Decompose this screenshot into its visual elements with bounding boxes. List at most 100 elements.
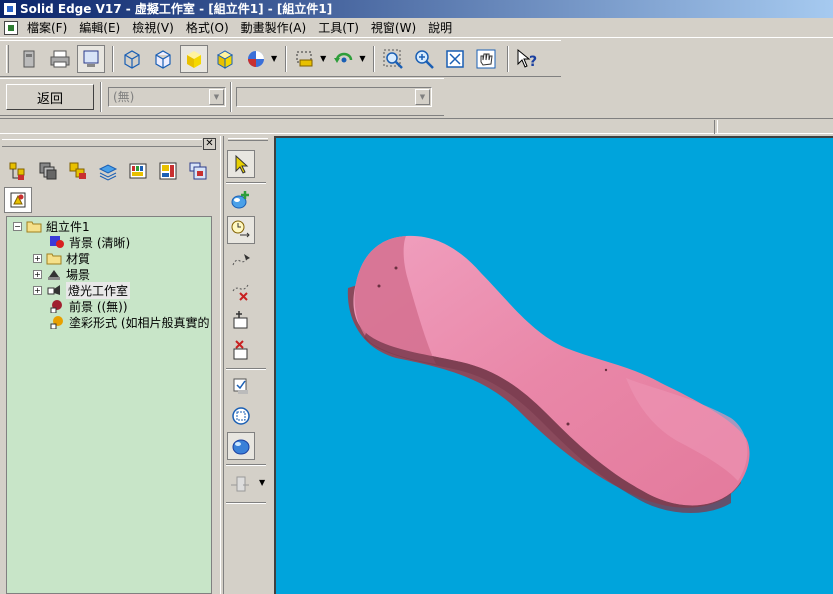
properties-button[interactable] [15, 45, 43, 73]
tab-layers[interactable] [34, 158, 62, 184]
pan-hand-icon [476, 49, 496, 68]
zoom-button[interactable] [410, 45, 438, 73]
toolbar-grip[interactable] [6, 44, 9, 73]
panel-grip[interactable] [2, 139, 202, 147]
back-button[interactable]: 返回 [6, 84, 94, 110]
tree-item-background[interactable]: 背景 (清晰) [49, 234, 130, 250]
document-icon[interactable] [4, 20, 18, 35]
delete-object-icon [233, 340, 248, 360]
surface-mark [394, 266, 398, 270]
context-help-button[interactable]: ? [513, 45, 541, 73]
chevron-down-icon[interactable]: ▼ [415, 89, 430, 105]
option-combo-value: (無) [113, 90, 135, 104]
tree-root[interactable]: − 組立件1 [13, 218, 90, 234]
app-icon [3, 2, 17, 16]
view-options-icon [231, 476, 249, 492]
expand-icon[interactable]: + [33, 285, 42, 295]
collapse-icon[interactable]: − [13, 221, 22, 231]
shaded-edges-view-button[interactable] [211, 45, 239, 73]
menu-format[interactable]: 格式(O) [180, 18, 235, 38]
surface-mark [377, 284, 381, 288]
model-body[interactable] [353, 235, 750, 506]
select-tool-dropdown-arrow[interactable]: ▼ [320, 54, 326, 63]
paint-style-icon [49, 315, 65, 330]
select-tool-button[interactable] [291, 45, 319, 73]
expand-icon[interactable]: + [33, 269, 42, 279]
toolbar-separator [112, 45, 114, 72]
hidden-line-view-button[interactable] [149, 45, 177, 73]
tree-item-foreground[interactable]: 前景 ((無)) [49, 298, 128, 314]
tab-views[interactable] [184, 158, 212, 184]
rotate-icon [334, 52, 353, 63]
render-mode-button[interactable] [242, 45, 270, 73]
delete-object-button[interactable] [227, 336, 255, 364]
menu-tools[interactable]: 工具(T) [312, 18, 365, 38]
sphere-shaded-icon [232, 439, 250, 455]
folder-icon [26, 219, 42, 233]
studio-icon [10, 192, 26, 208]
add-light-icon [231, 191, 249, 209]
tab-feature-tree[interactable] [4, 158, 32, 184]
add-light-button[interactable] [227, 186, 255, 214]
toolbar-separator [226, 368, 266, 370]
transparency-button[interactable] [227, 402, 255, 430]
view-options-dropdown-arrow[interactable]: ▼ [259, 478, 265, 487]
close-icon[interactable]: ✕ [203, 138, 216, 150]
fit-view-button[interactable] [441, 45, 469, 73]
delete-light-button[interactable] [227, 276, 255, 304]
background-icon [49, 235, 65, 249]
zoom-area-button[interactable] [379, 45, 407, 73]
move-light-button[interactable] [227, 246, 255, 274]
status-divider [714, 120, 718, 134]
toolbar-separator [226, 182, 266, 184]
tree-item-scene[interactable]: + 場景 [33, 266, 90, 282]
reflection-button[interactable] [227, 432, 255, 460]
tab-virtual-studio[interactable] [4, 187, 32, 213]
menu-window[interactable]: 視窗(W) [365, 18, 422, 38]
render-mode-dropdown-arrow[interactable]: ▼ [271, 54, 277, 63]
status-strip [0, 118, 833, 134]
tree-item-lighting[interactable]: + 燈光工作室 [33, 281, 131, 299]
graphics-viewport[interactable] [274, 136, 833, 594]
pan-button[interactable] [472, 45, 500, 73]
menu-file[interactable]: 檔案(F) [21, 18, 73, 38]
clock-icon [231, 220, 250, 238]
toolbar-grip[interactable] [228, 138, 268, 141]
toolbar-separator [226, 464, 266, 466]
rotate-view-dropdown-arrow[interactable]: ▼ [359, 54, 365, 63]
light-timer-button[interactable] [227, 216, 255, 244]
wireframe-view-button[interactable] [118, 45, 146, 73]
select-button[interactable] [227, 150, 255, 178]
tree-item-materials[interactable]: + 材質 [33, 250, 90, 266]
expand-icon[interactable]: + [33, 253, 42, 263]
menu-animation[interactable]: 動畫製作(A) [235, 18, 313, 38]
rotate-view-button[interactable] [330, 45, 358, 73]
wireframe-cube-icon [124, 49, 140, 69]
shaded-view-button[interactable] [180, 44, 208, 73]
help-pointer-icon: ? [517, 48, 538, 70]
tab-parts[interactable] [64, 158, 92, 184]
shadow-button[interactable] [227, 372, 255, 400]
print-button[interactable] [46, 45, 74, 73]
menu-view[interactable]: 檢視(V) [126, 18, 180, 38]
tab-layers-sheets[interactable] [94, 158, 122, 184]
menu-edit[interactable]: 編輯(E) [73, 18, 126, 38]
menu-bar: 檔案(F) 編輯(E) 檢視(V) 格式(O) 動畫製作(A) 工具(T) 視窗… [0, 18, 833, 38]
monitor-icon [83, 50, 99, 67]
arrow-cursor-icon [235, 154, 249, 174]
chevron-down-icon[interactable]: ▼ [209, 89, 224, 105]
menu-help[interactable]: 說明 [422, 18, 458, 38]
tab-properties[interactable] [154, 158, 182, 184]
edgebar-panel: ✕ − 組立件1 背景 (清晰) + 材質 + 場景 + 燈光工作室 前景 ((… [0, 136, 220, 594]
zoom-area-icon [383, 49, 404, 69]
selection-combo[interactable]: ▼ [236, 87, 432, 107]
tree-item-paint-style[interactable]: 塗彩形式 (如相片般真實的 [49, 314, 210, 330]
option-combo[interactable]: (無) ▼ [108, 87, 226, 107]
tree-item-label: 材質 [66, 251, 91, 266]
shadow-icon [233, 378, 248, 394]
tab-colors[interactable] [124, 158, 152, 184]
view-options-button[interactable] [226, 470, 254, 498]
monitor-button[interactable] [77, 44, 105, 73]
card-icon [159, 162, 177, 180]
add-object-button[interactable] [227, 306, 255, 334]
